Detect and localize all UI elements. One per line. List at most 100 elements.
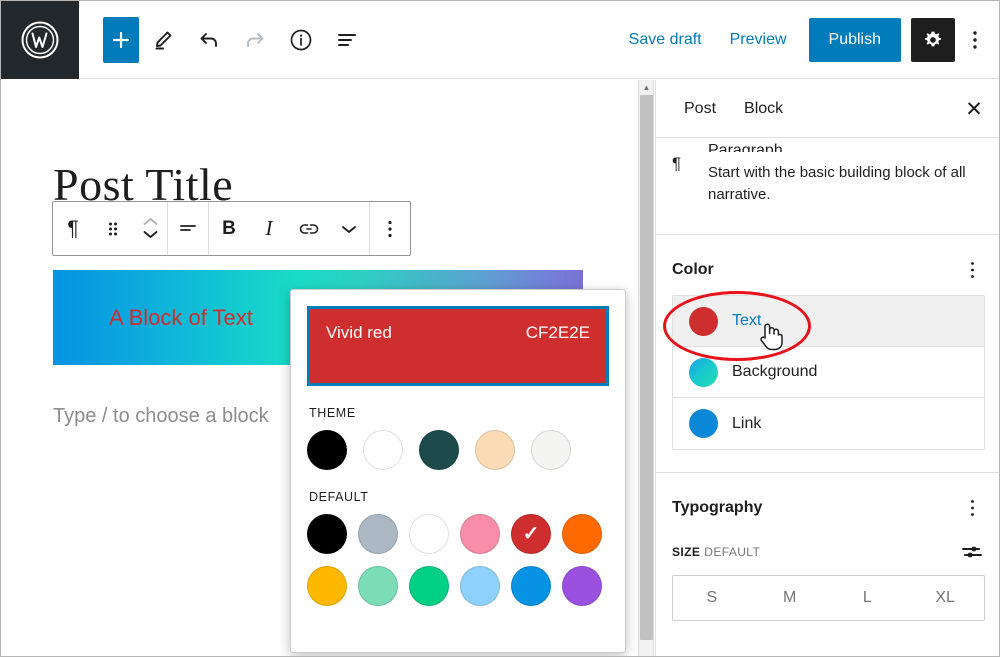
add-block-button[interactable]: [103, 16, 139, 63]
alignment-group: [168, 202, 209, 255]
paragraph-block-text: A Block of Text: [109, 304, 253, 330]
default-swatch-vivid-cyan-blue[interactable]: [511, 566, 551, 606]
save-draft-button[interactable]: Save draft: [615, 21, 716, 59]
font-size-value: DEFAULT: [704, 545, 761, 559]
vertical-ellipsis-icon: [973, 30, 977, 49]
theme-swatch-white[interactable]: [363, 430, 403, 470]
typography-section-title: Typography: [672, 499, 763, 516]
font-size-label: SIZE DEFAULT: [672, 545, 760, 559]
gradient-swatch-icon: [689, 357, 718, 387]
default-swatch-pale-pink[interactable]: [460, 514, 500, 554]
color-swatch-icon: [689, 306, 718, 336]
block-type-paragraph-button[interactable]: ¶: [53, 202, 93, 255]
default-swatch-vivid-purple[interactable]: [562, 566, 602, 606]
redo-button[interactable]: [233, 18, 277, 62]
font-size-l-button[interactable]: L: [829, 576, 907, 620]
align-text-icon: [180, 224, 196, 231]
plus-icon: [112, 31, 130, 48]
link-button[interactable]: [289, 202, 329, 255]
drag-block-handle[interactable]: [93, 202, 133, 255]
block-info-description: Start with the basic building block of a…: [708, 164, 966, 203]
scrollbar-thumb[interactable]: [640, 95, 653, 640]
wordpress-logo-icon[interactable]: [1, 1, 79, 79]
list-view-icon: [338, 33, 356, 46]
chevron-up-icon: [143, 217, 157, 225]
default-swatch-vivid-red[interactable]: ✓: [511, 514, 551, 554]
redo-arrow-icon: [247, 32, 264, 47]
details-info-button[interactable]: [279, 18, 323, 62]
theme-palette-label: THEME: [309, 406, 356, 420]
undo-arrow-icon: [200, 32, 217, 47]
default-swatch-cyan-bluish-gray[interactable]: [358, 514, 398, 554]
color-swatch-icon: [689, 409, 718, 438]
more-formats-button[interactable]: [329, 202, 369, 255]
sidebar-tabs: Post Block ✕: [656, 80, 999, 138]
color-picker-popover: Vivid red CF2E2E THEME DEFAULT ✓: [290, 289, 626, 653]
top-toolbar-right-group: Save draft Preview Publish: [615, 17, 999, 62]
block-toolbar: ¶ B I: [52, 201, 411, 256]
default-swatch-light-green-cyan[interactable]: [358, 566, 398, 606]
editor-top-toolbar: Save draft Preview Publish: [1, 1, 999, 79]
align-text-button[interactable]: [168, 202, 208, 255]
sliders-icon: [962, 546, 982, 558]
color-section-options-button[interactable]: [959, 257, 985, 283]
settings-sidebar: Post Block ✕ ¶ Paragraph Start with the …: [655, 80, 999, 656]
scroll-up-arrow-icon[interactable]: ▲: [639, 80, 654, 94]
font-size-key: SIZE: [672, 545, 701, 559]
theme-swatch-dark-teal[interactable]: [419, 430, 459, 470]
gear-icon: [924, 31, 942, 46]
tab-block[interactable]: Block: [730, 84, 797, 134]
default-swatch-vivid-green-cyan[interactable]: [409, 566, 449, 606]
color-option-text-label: Text: [732, 312, 762, 329]
theme-swatch-black[interactable]: [307, 430, 347, 470]
default-swatch-vivid-amber[interactable]: [307, 566, 347, 606]
tab-post[interactable]: Post: [670, 84, 730, 134]
list-view-button[interactable]: [325, 18, 369, 62]
preview-button[interactable]: Preview: [716, 21, 801, 59]
edit-tool-button[interactable]: [141, 18, 185, 62]
typography-section-options-button[interactable]: [959, 495, 985, 521]
more-options-button[interactable]: [957, 18, 993, 62]
block-mover[interactable]: [133, 216, 167, 242]
empty-block-placeholder[interactable]: Type / to choose a block: [53, 405, 269, 428]
move-down-button[interactable]: [142, 229, 159, 242]
vertical-ellipsis-icon: [970, 262, 974, 278]
font-size-settings-button[interactable]: [959, 539, 985, 565]
info-circle-icon: [290, 29, 312, 50]
color-options-list: Text Background Link: [672, 295, 985, 450]
default-palette-row-1: ✓: [307, 514, 609, 554]
default-swatch-pale-cyan-blue[interactable]: [460, 566, 500, 606]
move-up-button[interactable]: [142, 216, 159, 229]
font-size-header: SIZE DEFAULT: [656, 533, 999, 575]
selected-color-hex: CF2E2E: [525, 323, 590, 342]
block-options-button[interactable]: [370, 202, 410, 255]
inline-format-group: B I: [209, 202, 370, 255]
link-icon: [299, 223, 319, 234]
color-option-link[interactable]: Link: [673, 398, 984, 449]
top-toolbar-left-group: [103, 16, 369, 63]
color-option-background[interactable]: Background: [673, 347, 984, 398]
close-sidebar-button[interactable]: ✕: [957, 92, 991, 126]
color-option-text[interactable]: Text: [673, 296, 984, 347]
theme-swatch-peach[interactable]: [475, 430, 515, 470]
font-size-m-button[interactable]: M: [751, 576, 829, 620]
default-palette-row-2: [307, 566, 609, 606]
publish-button[interactable]: Publish: [808, 17, 901, 62]
color-option-background-label: Background: [732, 363, 818, 380]
selected-color-preview[interactable]: Vivid red CF2E2E: [307, 306, 609, 386]
theme-swatch-off-white[interactable]: [531, 430, 571, 470]
font-size-s-button[interactable]: S: [673, 576, 751, 620]
default-swatch-white[interactable]: [409, 514, 449, 554]
color-section-title: Color: [672, 261, 714, 278]
color-section-header: Color: [656, 235, 999, 295]
canvas-scrollbar[interactable]: ▲: [638, 80, 654, 656]
italic-button[interactable]: I: [249, 202, 289, 255]
default-swatch-vivid-orange[interactable]: [562, 514, 602, 554]
bold-button[interactable]: B: [209, 202, 249, 255]
undo-button[interactable]: [187, 18, 231, 62]
font-size-button-group: S M L XL: [672, 575, 985, 621]
default-swatch-black[interactable]: [307, 514, 347, 554]
settings-button[interactable]: [911, 17, 955, 62]
font-size-xl-button[interactable]: XL: [906, 576, 984, 620]
block-info-card: ¶ Paragraph Start with the basic buildin…: [656, 138, 999, 235]
